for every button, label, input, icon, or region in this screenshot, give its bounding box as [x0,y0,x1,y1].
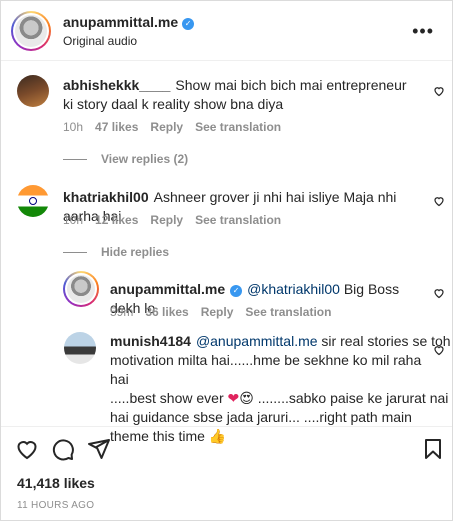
avatar [15,15,47,47]
comment-username[interactable]: abhishekkk____ [63,77,170,93]
story-ring[interactable] [11,11,51,51]
reply-time: 59m [110,305,134,319]
comment-meta: 10h 47 likes Reply See translation [63,120,293,134]
reply-button[interactable]: Reply [150,120,183,134]
share-send-icon[interactable] [87,437,111,461]
heart-eyes-emoji-icon: 😍 [239,390,254,406]
more-options-icon[interactable]: ••• [412,21,434,42]
reply-meta: 59m 36 likes Reply See translation [110,305,343,319]
reply-username[interactable]: anupammittal.me [110,281,225,297]
like-comment-heart-icon[interactable] [433,287,445,299]
view-replies-toggle[interactable]: View replies (2) [63,152,188,166]
reply-text-line-2: motivation milta hai......hme be sekhne … [110,352,422,387]
divider-line [63,159,87,161]
avatar [67,275,95,303]
reply-button[interactable]: Reply [201,305,234,319]
story-ring[interactable] [63,271,99,307]
save-bookmark-icon[interactable] [421,437,445,461]
like-comment-heart-icon[interactable] [433,344,445,356]
post-likes-count[interactable]: 41,418 likes [17,475,95,491]
comment-time: 10h [63,213,84,227]
like-comment-heart-icon[interactable] [433,195,445,207]
reply-likes[interactable]: 36 likes [145,305,188,319]
commenter-avatar[interactable] [17,185,49,217]
see-translation-link[interactable]: See translation [245,305,331,319]
divider-line [63,252,87,254]
comment-body: abhishekkk____ Show mai bich bich mai ent… [63,76,413,114]
post-author-username[interactable]: anupammittal.me [63,14,178,30]
post-comments-panel: anupammittal.me ✓ Original audio ••• abhi… [0,0,453,521]
hide-replies-toggle[interactable]: Hide replies [63,245,169,259]
comment-likes[interactable]: 12 likes [95,213,138,227]
see-translation-link[interactable]: See translation [195,120,281,134]
commenter-avatar[interactable] [17,75,49,107]
comment-time: 10h [63,120,84,134]
post-header: anupammittal.me ✓ Original audio ••• [1,1,452,61]
like-comment-heart-icon[interactable] [433,85,445,97]
hide-replies-label[interactable]: Hide replies [101,245,169,259]
reply-text-line-3b: ........sabko paise ke jarurat nai [257,390,449,406]
reply-mention[interactable]: @anupammittal.me [196,333,318,349]
commenter-avatar[interactable] [64,332,96,364]
comment-bubble-icon[interactable] [51,437,75,461]
comment-username[interactable]: khatriakhil00 [63,189,149,205]
red-heart-emoji-icon: ❤ [227,390,240,406]
verified-badge-icon: ✓ [182,18,195,30]
see-translation-link[interactable]: See translation [195,213,281,227]
reply-button[interactable]: Reply [150,213,183,227]
reply-username[interactable]: munish4184 [110,333,191,349]
post-action-bar [1,426,452,466]
post-author[interactable]: anupammittal.me ✓ [63,14,195,30]
view-replies-label[interactable]: View replies (2) [101,152,188,166]
comment-likes[interactable]: 47 likes [95,120,138,134]
comment-meta: 10h 12 likes Reply See translation [63,213,293,227]
like-heart-icon[interactable] [15,437,39,461]
reply-mention[interactable]: @khatriakhil00 [247,281,340,297]
verified-badge-icon: ✓ [230,285,243,297]
reply-text-line-1: sir real stories se toh [321,333,451,349]
audio-label[interactable]: Original audio [63,34,137,48]
post-timestamp[interactable]: 11 HOURS AGO [17,500,94,511]
reply-text-line-4: hai guidance sbse jada jaruri... ....rig… [110,409,412,425]
reply-text-line-3: .....best show ever [110,390,224,406]
